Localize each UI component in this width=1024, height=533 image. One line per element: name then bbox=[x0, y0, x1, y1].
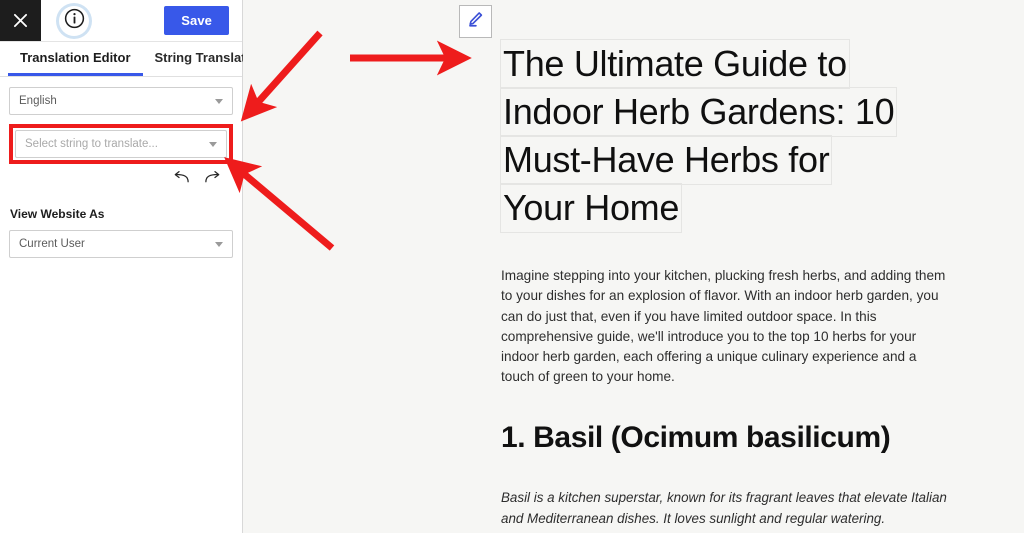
post-title[interactable]: The Ultimate Guide to Indoor Herb Garden… bbox=[499, 39, 946, 233]
post-title-line: Indoor Herb Gardens: 10 bbox=[499, 87, 898, 137]
post-section-heading: 1. Basil (Ocimum basilicum) bbox=[501, 420, 891, 454]
language-select-value: English bbox=[19, 95, 57, 107]
save-button[interactable]: Save bbox=[164, 6, 229, 35]
site-preview-pane: The Ultimate Guide to Indoor Herb Garden… bbox=[243, 0, 1024, 533]
post-title-line: Must-Have Herbs for bbox=[499, 135, 833, 185]
sidebar-body: English Select string to translate... Vi… bbox=[0, 77, 242, 258]
post-title-line: The Ultimate Guide to bbox=[500, 39, 850, 89]
history-controls bbox=[9, 164, 233, 188]
post-article: The Ultimate Guide to Indoor Herb Garden… bbox=[243, 0, 1024, 529]
post-title-line: Your Home bbox=[499, 183, 683, 233]
app-root: Save Translation Editor String Translati… bbox=[0, 0, 1024, 533]
post-intro-paragraph: Imagine stepping into your kitchen, pluc… bbox=[501, 268, 946, 385]
string-select-value: Select string to translate... bbox=[25, 138, 158, 150]
string-select-highlight: Select string to translate... bbox=[9, 124, 233, 164]
close-button[interactable] bbox=[0, 0, 41, 41]
post-section-paragraph: Basil is a kitchen superstar, known for … bbox=[501, 489, 947, 526]
chevron-down-icon bbox=[209, 141, 217, 147]
view-website-as-select[interactable]: Current User bbox=[9, 230, 233, 258]
edit-title-button[interactable] bbox=[459, 5, 492, 38]
tab-translation-editor-label: Translation Editor bbox=[20, 50, 131, 65]
sidebar-topbar: Save bbox=[0, 0, 242, 42]
tab-translation-editor[interactable]: Translation Editor bbox=[8, 42, 143, 76]
chevron-down-icon bbox=[215, 98, 223, 104]
chevron-down-icon bbox=[215, 241, 223, 247]
language-select[interactable]: English bbox=[9, 87, 233, 115]
view-website-as-label: View Website As bbox=[10, 207, 105, 221]
info-icon bbox=[64, 8, 85, 34]
undo-button[interactable] bbox=[172, 170, 190, 188]
pencil-icon bbox=[466, 10, 485, 34]
redo-button[interactable] bbox=[203, 170, 221, 188]
view-website-as-value: Current User bbox=[19, 238, 85, 250]
undo-icon bbox=[173, 170, 190, 189]
sidebar-tabs: Translation Editor String Translation bbox=[0, 42, 265, 77]
translation-sidebar: Save Translation Editor String Translati… bbox=[0, 0, 265, 533]
redo-icon bbox=[204, 170, 221, 189]
info-button[interactable] bbox=[59, 5, 89, 36]
close-icon bbox=[13, 13, 28, 28]
string-select[interactable]: Select string to translate... bbox=[15, 130, 227, 158]
